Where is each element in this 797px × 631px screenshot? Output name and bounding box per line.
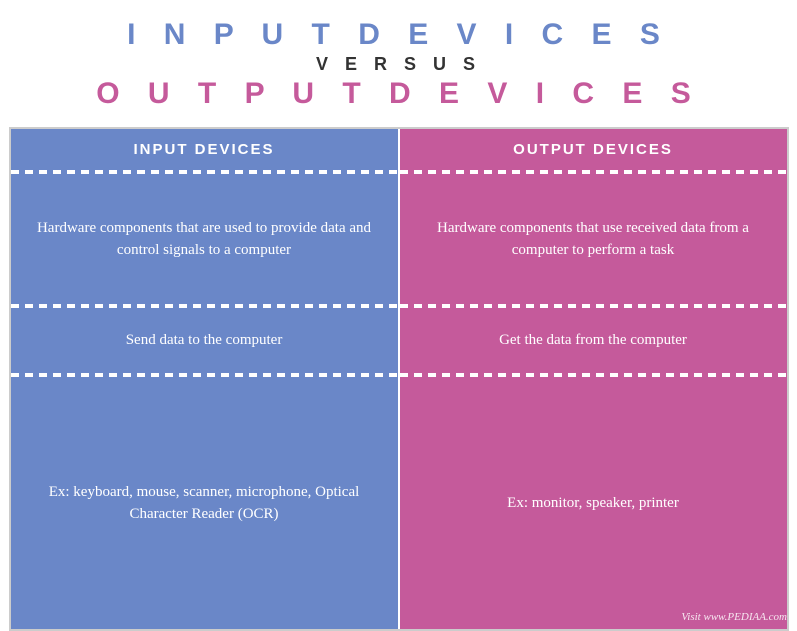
output-definition-cell: Hardware components that use received da… — [400, 174, 787, 304]
output-devices-header: OUTPUT DEVICES — [400, 129, 787, 170]
examples-row: Ex: keyboard, mouse, scanner, microphone… — [11, 377, 787, 629]
table-header-row: INPUT DEVICES OUTPUT DEVICES — [11, 129, 787, 170]
input-devices-header: INPUT DEVICES — [11, 129, 400, 170]
input-definition-cell: Hardware components that are used to pro… — [11, 174, 400, 304]
input-examples-cell: Ex: keyboard, mouse, scanner, microphone… — [11, 377, 400, 629]
page-wrapper: I N P U T D E V I C E S V E R S U S O U … — [0, 0, 797, 631]
definition-row: Hardware components that are used to pro… — [11, 174, 787, 304]
input-dataflow-cell: Send data to the computer — [11, 308, 400, 373]
comparison-table: INPUT DEVICES OUTPUT DEVICES Hardware co… — [9, 127, 789, 631]
title-input: I N P U T D E V I C E S — [20, 18, 777, 52]
title-output: O U T P U T D E V I C E S — [20, 77, 777, 111]
header-section: I N P U T D E V I C E S V E R S U S O U … — [0, 0, 797, 119]
output-examples-text: Ex: monitor, speaker, printer — [507, 492, 679, 515]
data-flow-row: Send data to the computer Get the data f… — [11, 308, 787, 373]
pediaa-credit: Visit www.PEDIAA.com — [681, 609, 787, 626]
output-dataflow-cell: Get the data from the computer — [400, 308, 787, 373]
versus-text: V E R S U S — [20, 54, 777, 75]
output-examples-cell: Ex: monitor, speaker, printer Visit www.… — [400, 377, 787, 629]
